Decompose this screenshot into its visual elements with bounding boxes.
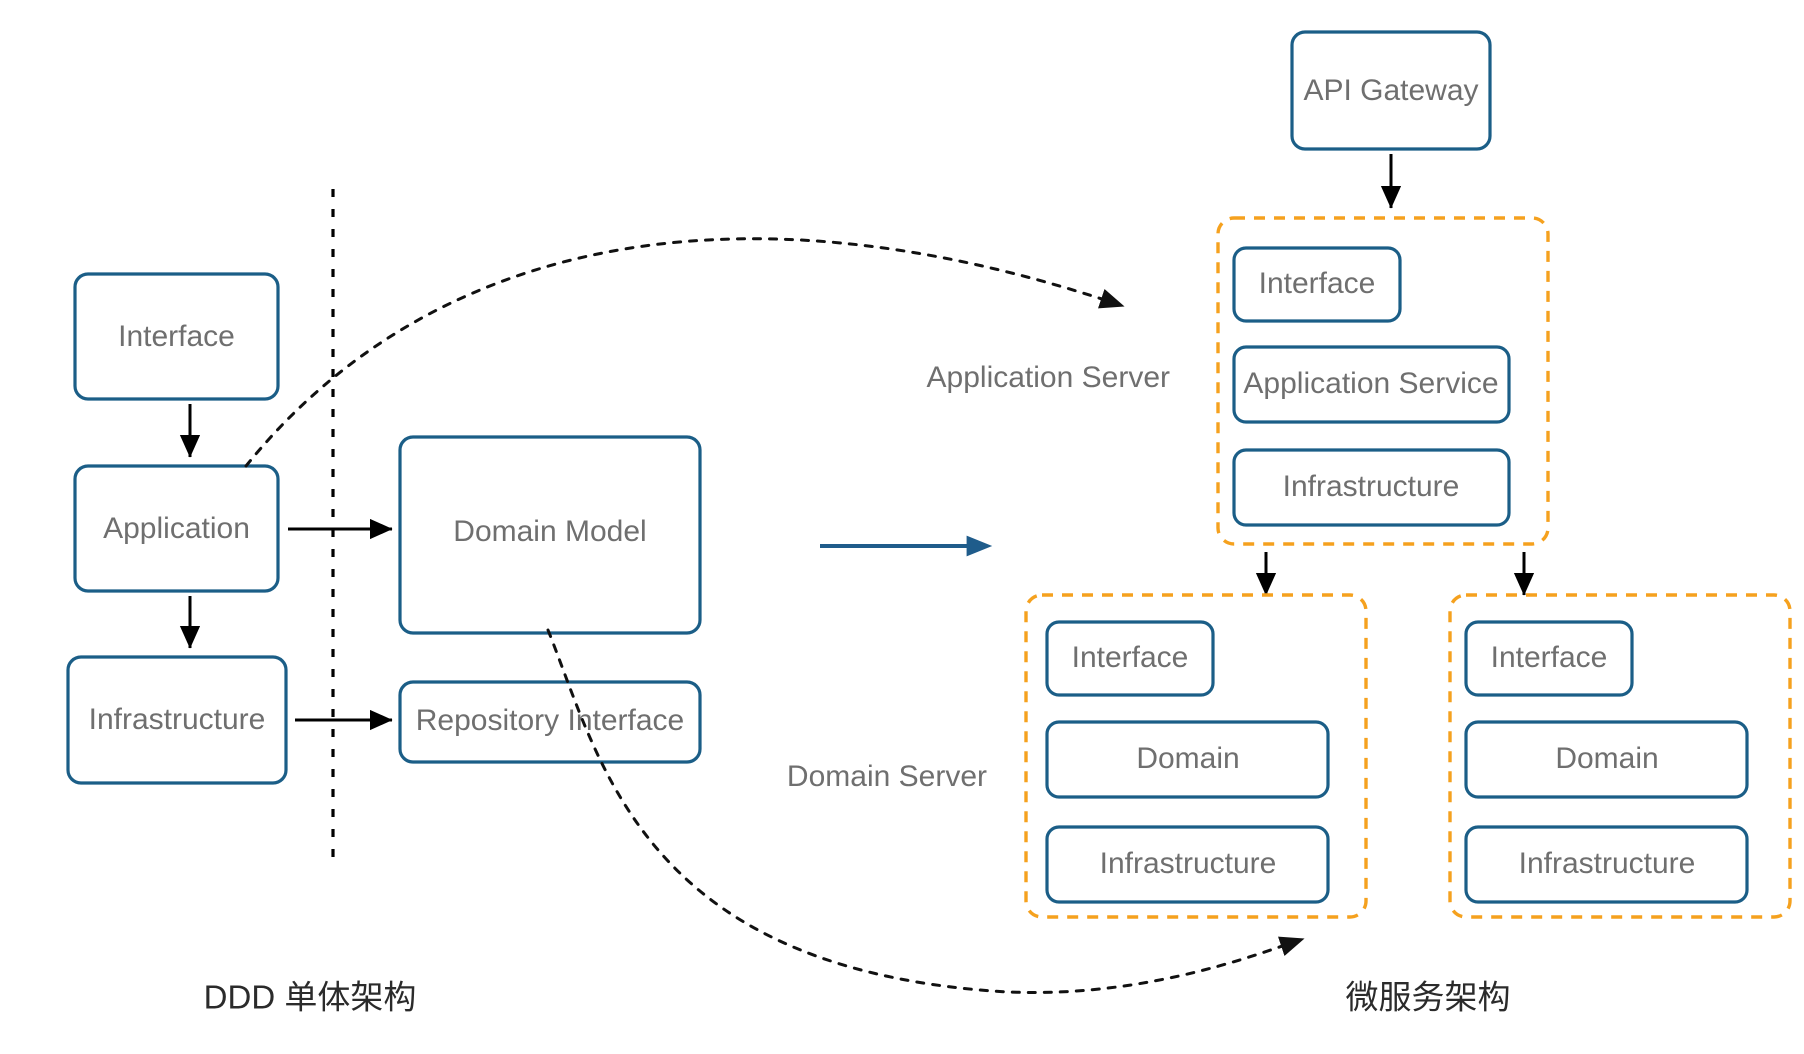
- app-server-interface-label: Interface: [1259, 267, 1376, 300]
- monolith-domain-model[interactable]: Domain Model: [398, 435, 702, 635]
- domain-server-2-interface-label: Interface: [1491, 641, 1608, 674]
- domain-server-2-infrastructure-label: Infrastructure: [1519, 847, 1696, 880]
- application-server-item-interface[interactable]: Interface: [1232, 246, 1402, 323]
- domain-server-2-item-interface[interactable]: Interface: [1464, 620, 1634, 697]
- domain-server-1-item-domain[interactable]: Domain: [1045, 720, 1330, 799]
- monolith-interface-label: Interface: [118, 320, 235, 353]
- monolith-infrastructure-label: Infrastructure: [89, 703, 266, 736]
- monolith-layer-application[interactable]: Application: [73, 464, 280, 593]
- caption-microservices: 微服务架构: [1346, 979, 1511, 1016]
- repository-interface-label: Repository Interface: [416, 704, 684, 737]
- domain-server-1-infrastructure-label: Infrastructure: [1100, 847, 1277, 880]
- domain-model-label: Domain Model: [453, 515, 646, 548]
- application-server-item-infrastructure[interactable]: Infrastructure: [1232, 448, 1511, 527]
- monolith-application-label: Application: [103, 512, 250, 545]
- diagram-canvas: Interface Application Infrastructure Dom…: [0, 0, 1804, 1054]
- api-gateway-label: API Gateway: [1303, 74, 1478, 107]
- domain-server-side-label: Domain Server: [787, 760, 987, 793]
- domain-server-1-item-interface[interactable]: Interface: [1045, 620, 1215, 697]
- domain-server-2-item-infrastructure[interactable]: Infrastructure: [1464, 825, 1749, 904]
- app-server-application-service-label: Application Service: [1243, 367, 1498, 400]
- domain-server-1-item-infrastructure[interactable]: Infrastructure: [1045, 825, 1330, 904]
- api-gateway[interactable]: API Gateway: [1290, 30, 1492, 151]
- architecture-diagram-svg: Interface Application Infrastructure Dom…: [66, 30, 1792, 1016]
- application-server-side-label: Application Server: [927, 361, 1170, 394]
- domain-server-2-domain-label: Domain: [1555, 742, 1658, 775]
- monolith-layer-interface[interactable]: Interface: [73, 272, 280, 401]
- application-server-item-application-service[interactable]: Application Service: [1232, 345, 1511, 424]
- domain-server-1-domain-label: Domain: [1136, 742, 1239, 775]
- domain-server-2-item-domain[interactable]: Domain: [1464, 720, 1749, 799]
- curve-arrow-monolith-to-application-server: [244, 237, 1125, 468]
- monolith-repository-interface[interactable]: Repository Interface: [398, 680, 702, 764]
- app-server-infrastructure-label: Infrastructure: [1283, 470, 1460, 503]
- caption-monolith: DDD 单体架构: [204, 979, 417, 1016]
- domain-server-1-interface-label: Interface: [1072, 641, 1189, 674]
- monolith-layer-infrastructure[interactable]: Infrastructure: [66, 655, 288, 785]
